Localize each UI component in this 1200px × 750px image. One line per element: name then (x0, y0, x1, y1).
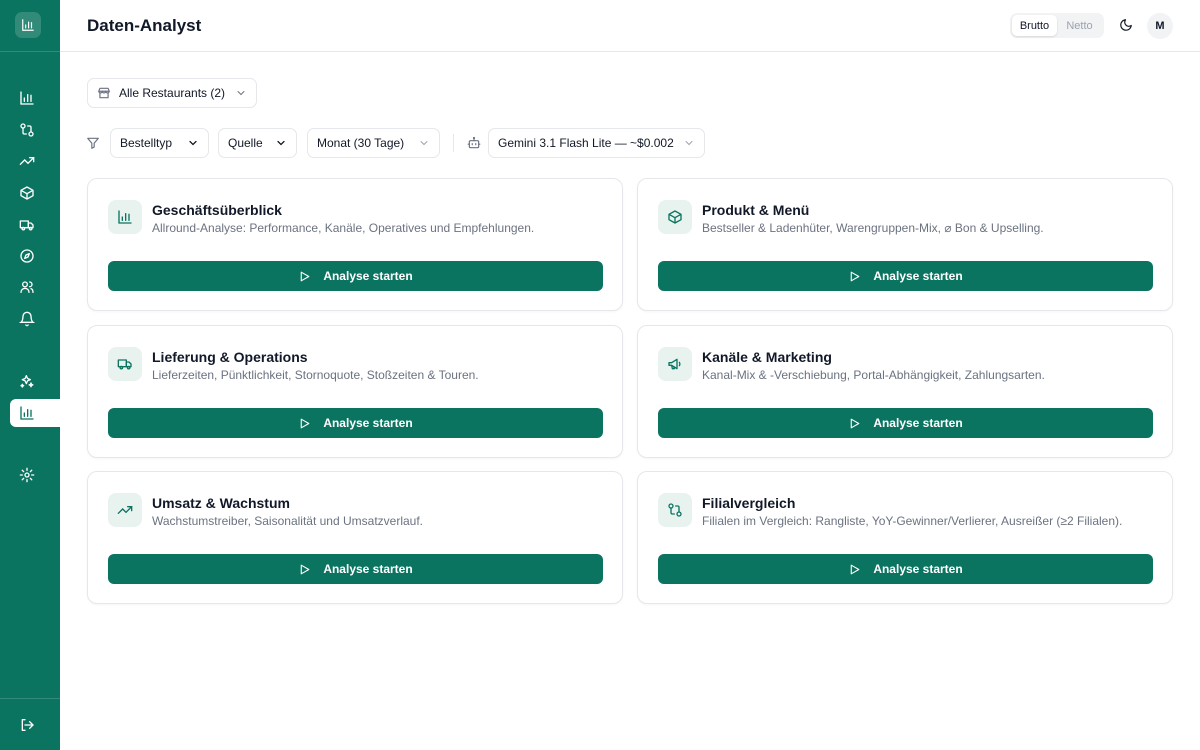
bell-icon (19, 311, 35, 327)
git-compare-icon (668, 503, 682, 517)
bot-icon (467, 136, 481, 149)
store-icon (98, 87, 110, 99)
toggle-option-brutto[interactable]: Brutto (1012, 15, 1057, 36)
card-description: Wachstumstreiber, Saisonalität und Umsat… (152, 514, 424, 528)
start-analysis-label: Analyse starten (873, 416, 963, 430)
restaurant-select[interactable]: Alle Restaurants (2) (87, 78, 257, 108)
period-select-label: Monat (30 Tage) (317, 136, 405, 150)
chevron-down-icon (685, 141, 693, 146)
card-title: Umsatz & Wachstum (152, 495, 290, 511)
bar-chart-icon (20, 406, 34, 420)
model-select-label: Gemini 3.1 Flash Lite — ~$0.002 (498, 136, 674, 150)
trending-up-icon (117, 506, 133, 514)
chevron-down-icon (189, 140, 197, 146)
start-analysis-button[interactable]: Analyse starten (658, 261, 1153, 291)
order-type-select[interactable]: Bestelltyp (110, 128, 209, 158)
bar-chart-icon (22, 19, 34, 31)
start-analysis-label: Analyse starten (873, 562, 963, 576)
sidebar-item-compare[interactable] (10, 116, 60, 144)
play-icon (301, 564, 310, 574)
model-select[interactable]: Gemini 3.1 Flash Lite — ~$0.002 (488, 128, 705, 158)
package-icon (668, 210, 682, 224)
card-title: Filialvergleich (702, 495, 796, 511)
card-description: Lieferzeiten, Pünktlichkeit, Stornoquote… (152, 368, 479, 382)
play-icon (301, 418, 310, 428)
package-icon (20, 186, 34, 200)
filter-divider (453, 134, 454, 152)
analysis-card-product-menu: Produkt & Menü Bestseller & Ladenhüter, … (637, 178, 1173, 311)
moon-icon (1120, 19, 1132, 31)
page-title: Daten-Analyst (87, 16, 202, 35)
sidebar-divider (0, 51, 60, 52)
toggle-option-netto[interactable]: Netto (1057, 15, 1102, 36)
card-title: Lieferung & Operations (152, 349, 308, 365)
card-description: Filialen im Vergleich: Rangliste, YoY-Ge… (702, 514, 1123, 528)
restaurant-select-label: Alle Restaurants (2) (119, 86, 226, 100)
truck-icon (19, 220, 34, 231)
sparkles-icon (20, 375, 34, 388)
trending-up-icon (19, 157, 35, 165)
sidebar-item-products[interactable] (10, 179, 60, 207)
analysis-card-branch-comparison: Filialvergleich Filialen im Vergleich: R… (637, 471, 1173, 604)
card-title: Produkt & Menü (702, 202, 810, 218)
sidebar-item-logout[interactable] (10, 711, 60, 739)
sidebar-item-explore[interactable] (10, 242, 60, 270)
sidebar-divider (0, 698, 60, 699)
card-title: Geschäftsüberblick (152, 202, 282, 218)
gear-icon (19, 467, 35, 483)
bar-chart-icon (118, 210, 132, 224)
order-type-select-label: Bestelltyp (120, 136, 173, 150)
start-analysis-button[interactable]: Analyse starten (108, 408, 603, 438)
chevron-down-icon (420, 141, 428, 146)
play-icon (851, 271, 860, 281)
sidebar-item-delivery[interactable] (10, 211, 60, 239)
git-compare-icon (20, 123, 34, 137)
period-select[interactable]: Monat (30 Tage) (307, 128, 440, 158)
play-icon (851, 418, 860, 428)
theme-toggle-button[interactable] (1117, 16, 1135, 34)
bar-chart-icon (20, 91, 34, 105)
source-select[interactable]: Quelle (218, 128, 297, 158)
chevron-down-icon (237, 91, 245, 96)
card-title: Kanäle & Marketing (702, 349, 832, 365)
sidebar-item-ai[interactable] (10, 367, 60, 395)
play-icon (851, 564, 860, 574)
sidebar-item-customers[interactable] (10, 273, 60, 301)
card-description: Bestseller & Ladenhüter, Warengruppen-Mi… (702, 221, 1044, 235)
filter-icon (87, 137, 99, 149)
sidebar-item-data-analyst[interactable] (10, 399, 60, 427)
megaphone-icon (668, 358, 681, 370)
avatar[interactable]: M (1147, 13, 1173, 39)
start-analysis-label: Analyse starten (323, 562, 413, 576)
sidebar-item-notifications[interactable] (10, 305, 60, 333)
users-icon (20, 281, 34, 293)
card-description: Kanal-Mix & -Verschiebung, Portal-Abhäng… (702, 368, 1045, 382)
app-logo[interactable] (15, 12, 41, 38)
analysis-card-revenue-growth: Umsatz & Wachstum Wachstumstreiber, Sais… (87, 471, 623, 604)
start-analysis-label: Analyse starten (323, 269, 413, 283)
play-icon (301, 271, 310, 281)
sidebar-item-dashboard[interactable] (10, 84, 60, 112)
start-analysis-button[interactable]: Analyse starten (108, 261, 603, 291)
top-header: Daten-Analyst Brutto Netto M (60, 0, 1200, 52)
start-analysis-button[interactable]: Analyse starten (658, 554, 1153, 584)
start-analysis-label: Analyse starten (323, 416, 413, 430)
source-select-label: Quelle (228, 136, 263, 150)
start-analysis-label: Analyse starten (873, 269, 963, 283)
start-analysis-button[interactable]: Analyse starten (658, 408, 1153, 438)
analysis-card-delivery-operations: Lieferung & Operations Lieferzeiten, Pün… (87, 325, 623, 458)
chevron-down-icon (277, 140, 285, 146)
truck-icon (117, 359, 132, 370)
start-analysis-button[interactable]: Analyse starten (108, 554, 603, 584)
analysis-card-channels-marketing: Kanäle & Marketing Kanal-Mix & -Verschie… (637, 325, 1173, 458)
logout-icon (21, 719, 34, 731)
sidebar-item-trends[interactable] (10, 147, 60, 175)
sidebar-item-settings[interactable] (10, 461, 60, 489)
gross-net-toggle[interactable]: Brutto Netto (1010, 13, 1104, 38)
card-description: Allround-Analyse: Performance, Kanäle, O… (152, 221, 535, 235)
sidebar (0, 0, 60, 750)
analysis-card-business-overview: Geschäftsüberblick Allround-Analyse: Per… (87, 178, 623, 311)
compass-icon (20, 249, 34, 263)
